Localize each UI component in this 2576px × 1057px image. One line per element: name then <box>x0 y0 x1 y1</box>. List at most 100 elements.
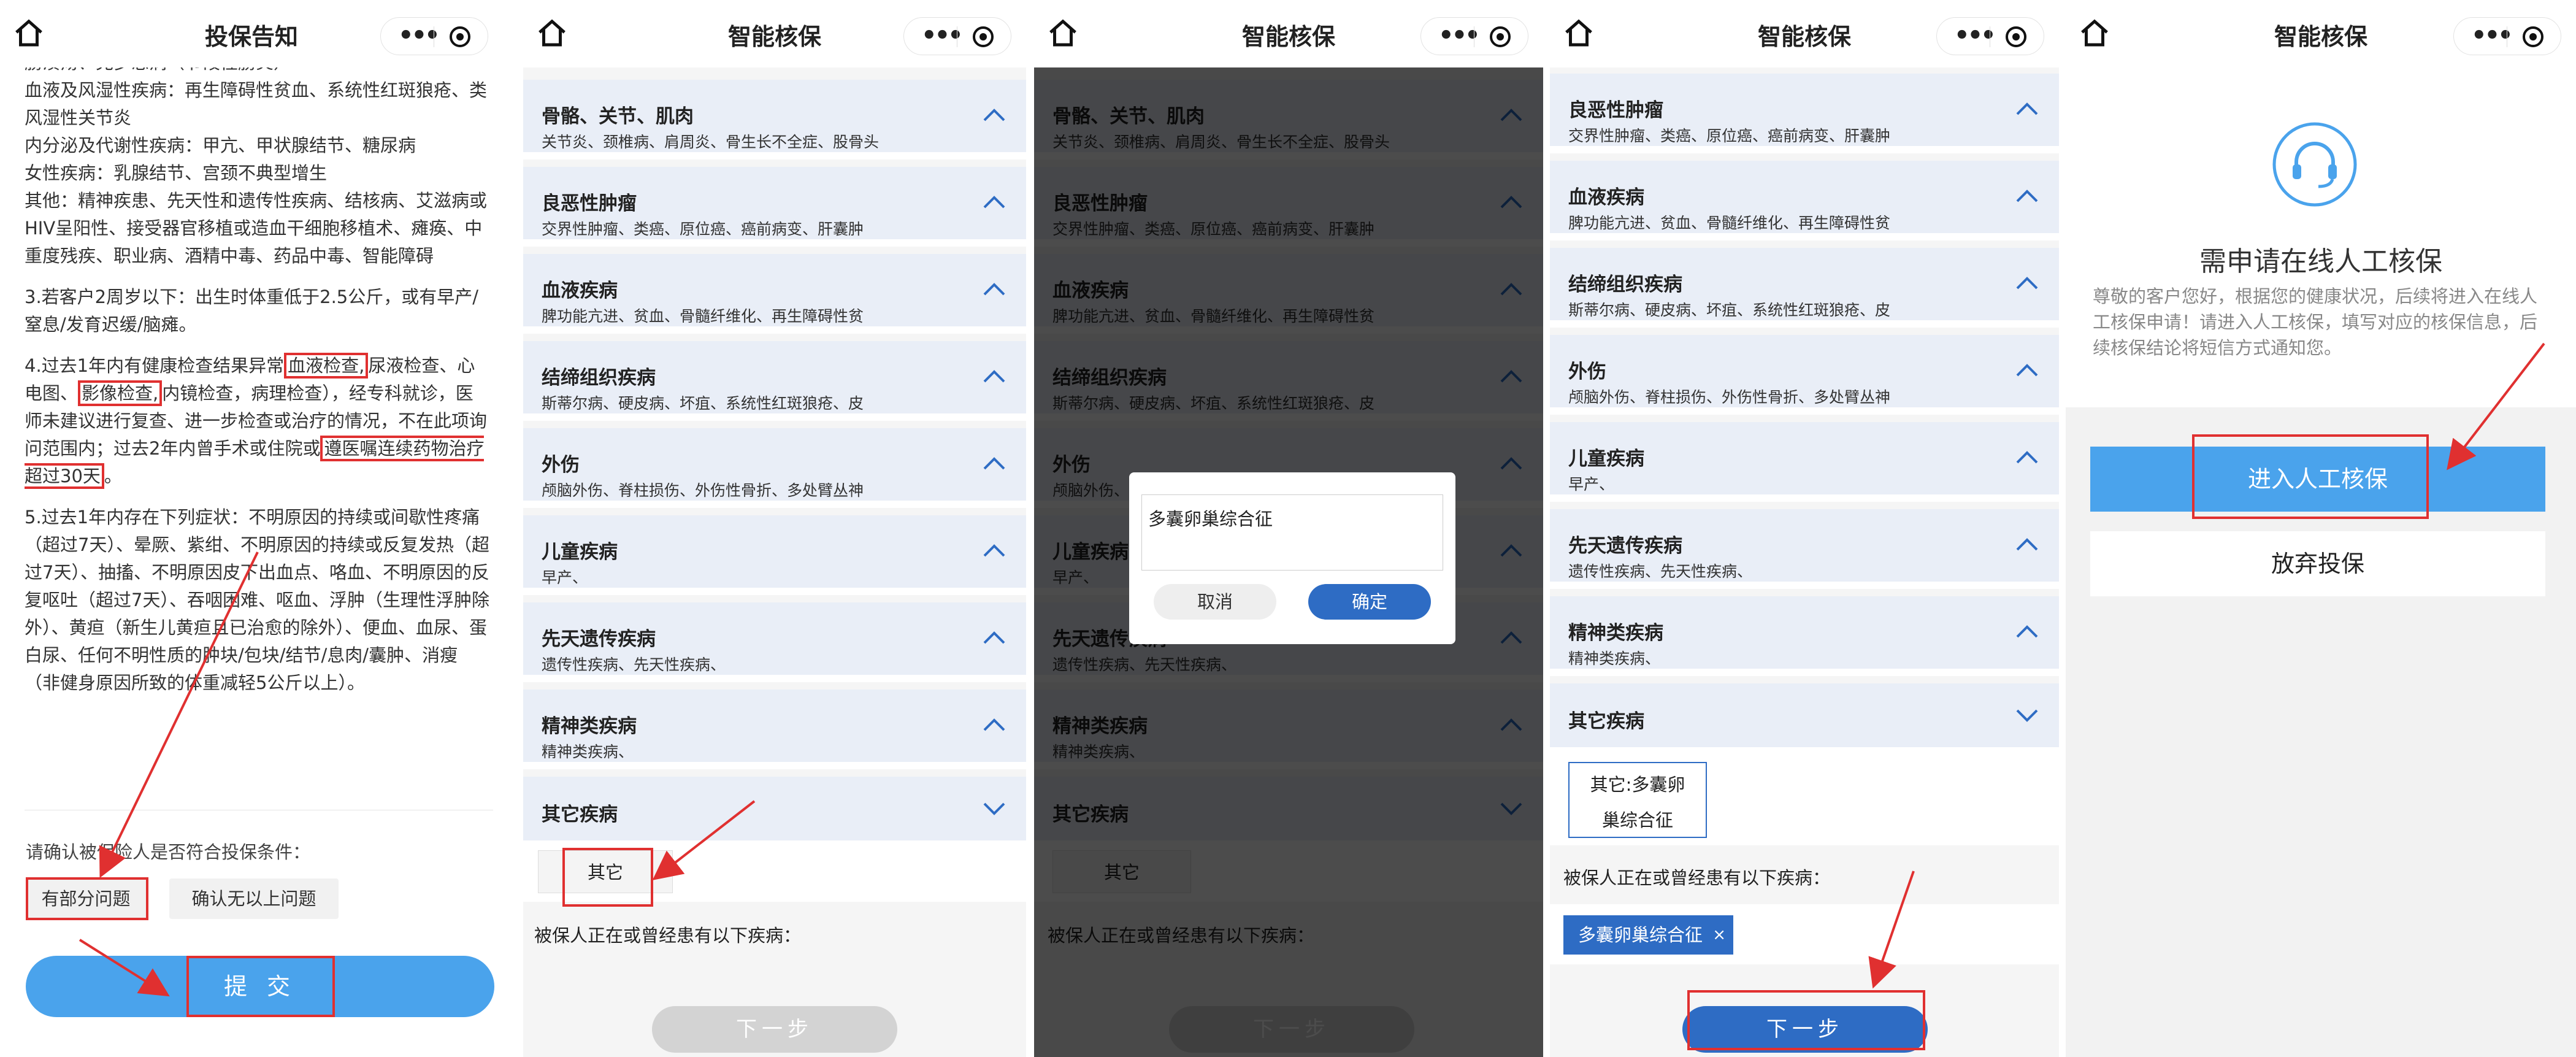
give-up-button[interactable]: 放弃投保 <box>2090 531 2545 596</box>
chevron-up-icon[interactable] <box>982 629 1006 645</box>
mini-program-capsule: ••• <box>1936 17 2044 55</box>
category-mental[interactable]: 精神类疾病精神类疾病、 <box>1550 596 2059 676</box>
category-name: 结缔组织疾病 <box>1568 274 1682 296</box>
category-name: 其它疾病 <box>1568 710 1644 732</box>
nav-bar: 智能核保 ••• <box>1550 0 2059 67</box>
panel-selected-disease: 智能核保 ••• 良恶性肿瘤 交界性肿瘤、类癌、原位癌、癌前病变、肝囊肿 血液疾病… <box>1550 0 2059 1057</box>
category-name: 血液疾病 <box>542 280 618 302</box>
category-trauma[interactable]: 外伤颅脑外伤、脊柱损伤、外伤性骨折、多处臂丛神 <box>523 428 1026 508</box>
mini-program-capsule: ••• <box>903 17 1011 55</box>
disease-input[interactable]: 多囊卵巢综合征 <box>1141 494 1443 571</box>
category-congenital[interactable]: 先天遗传疾病遗传性疾病、先天性疾病、 <box>1550 509 2059 589</box>
notice-line: 女性疾病：乳腺结节、宫颈不典型增生 <box>25 163 328 183</box>
next-button-disabled[interactable]: 下一步 <box>652 1006 897 1053</box>
category-other[interactable]: 其它疾病 <box>1550 683 2059 747</box>
panel-input-dialog: 智能核保 ••• 骨骼、关节、肌肉关节炎、颈椎病、肩周炎、骨生长不全症、股骨头 … <box>1034 0 1543 1057</box>
category-bone[interactable]: 骨骼、关节、肌肉关节炎、颈椎病、肩周炎、骨生长不全症、股骨头 <box>523 80 1026 160</box>
category-child[interactable]: 儿童疾病早产、 <box>1550 422 2059 502</box>
selected-question: 被保人正在或曾经患有以下疾病： <box>1563 867 1831 888</box>
category-sub: 精神类疾病、 <box>1568 650 1661 667</box>
notice-line: 其他：精神疾患、先天性和遗传性疾病、结核病、艾滋病或HIV呈阳性、接受器官移植或… <box>25 190 488 266</box>
category-name: 结缔组织疾病 <box>542 367 656 389</box>
notice-item-4: 4.过去1年内有健康检查结果异常 血液检查, 尿液检查、心电图、 影像检查, 内镜检查，… <box>25 352 491 490</box>
annotation-box <box>186 956 335 1017</box>
more-icon[interactable]: ••• <box>1954 18 1996 53</box>
category-name: 儿童疾病 <box>542 541 618 563</box>
close-mini-program-icon[interactable] <box>1490 26 1511 47</box>
more-icon[interactable]: ••• <box>921 18 964 53</box>
notice-item-3: 3.若客户2周岁以下：出生时体重低于2.5公斤，或有早产/窒息/发育迟缓/脑瘫。 <box>25 286 479 335</box>
text: 4.过去1年内有健康检查结果异常 <box>25 355 285 376</box>
category-name: 良恶性肿瘤 <box>542 193 637 215</box>
category-name: 其它疾病 <box>542 804 618 826</box>
chevron-up-icon[interactable] <box>982 717 1006 732</box>
input-dialog: 多囊卵巢综合征 取消 确定 <box>1129 472 1455 644</box>
chevron-up-icon[interactable] <box>2015 101 2039 117</box>
category-sub: 精神类疾病、 <box>542 743 634 761</box>
more-icon[interactable]: ••• <box>1438 18 1481 53</box>
panel-insurance-notice: 投保告知 ••• 肠溃疡、克罗恩病（节段性肠炎） 血液及风湿性疾病：再生障碍性贫… <box>0 0 503 1057</box>
category-child[interactable]: 儿童疾病早产、 <box>523 515 1026 595</box>
category-sub: 斯蒂尔病、硬皮病、坏疽、系统性红斑狼疮、皮 <box>1568 301 1891 319</box>
chevron-up-icon[interactable] <box>982 281 1006 297</box>
chevron-up-icon[interactable] <box>982 542 1006 558</box>
cancel-button[interactable]: 取消 <box>1154 584 1276 620</box>
confirm-button[interactable]: 确定 <box>1308 584 1431 620</box>
selected-list: 多囊卵巢综合征 × <box>1550 904 2059 964</box>
category-sub: 交界性肿瘤、类癌、原位癌、癌前病变、肝囊肿 <box>1568 127 1891 145</box>
chevron-up-icon[interactable] <box>2015 449 2039 465</box>
category-sub: 关节炎、颈椎病、肩周炎、骨生长不全症、股骨头 <box>542 133 880 151</box>
category-connective[interactable]: 结缔组织疾病斯蒂尔病、硬皮病、坏疽、系统性红斑狼疮、皮 <box>1550 248 2059 328</box>
close-mini-program-icon[interactable] <box>2006 26 2026 47</box>
more-icon[interactable]: ••• <box>398 18 440 53</box>
remove-chip-icon[interactable]: × <box>1712 915 1726 955</box>
chevron-up-icon[interactable] <box>2015 275 2039 291</box>
chevron-up-icon[interactable] <box>982 368 1006 384</box>
close-mini-program-icon[interactable] <box>2523 26 2543 47</box>
category-sub: 早产、 <box>1568 475 1615 493</box>
chevron-up-icon[interactable] <box>2015 536 2039 552</box>
nav-bar: 投保告知 ••• <box>0 0 503 67</box>
category-other[interactable]: 其它疾病 <box>523 777 1026 840</box>
chevron-up-icon[interactable] <box>982 107 1006 123</box>
category-name: 精神类疾病 <box>542 715 637 737</box>
chevron-up-icon[interactable] <box>2015 362 2039 378</box>
mini-program-capsule: ••• <box>1420 17 1528 55</box>
text: 。 <box>104 466 122 486</box>
category-connective[interactable]: 结缔组织疾病斯蒂尔病、硬皮病、坏疽、系统性红斑狼疮、皮 <box>523 341 1026 421</box>
nav-bar: 智能核保 ••• <box>1034 0 1543 67</box>
category-sub: 颅脑外伤、脊柱损伤、外伤性骨折、多处臂丛神 <box>542 482 864 499</box>
notice-line: 血液及风湿性疾病：再生障碍性贫血、系统性红斑狼疮、类风湿性关节炎 <box>25 80 488 128</box>
category-name: 儿童疾病 <box>1568 448 1644 470</box>
category-blood[interactable]: 血液疾病脾功能亢进、贫血、骨髓纤维化、再生障碍性贫 <box>1550 161 2059 240</box>
selected-disease-chip: 多囊卵巢综合征 × <box>1563 915 1734 955</box>
category-benign[interactable]: 良恶性肿瘤交界性肿瘤、类癌、原位癌、癌前病变、肝囊肿 <box>523 167 1026 247</box>
close-mini-program-icon[interactable] <box>973 26 994 47</box>
category-benign[interactable]: 良恶性肿瘤交界性肿瘤、类癌、原位癌、癌前病变、肝囊肿 <box>1550 74 2059 153</box>
mini-program-capsule: ••• <box>2453 17 2561 55</box>
other-tag-filled[interactable]: 其它:多囊卵巢综合征 <box>1568 762 1707 838</box>
category-congenital[interactable]: 先天遗传疾病遗传性疾病、先天性疾病、 <box>523 602 1026 682</box>
category-blood[interactable]: 血液疾病脾功能亢进、贫血、骨髓纤维化、再生障碍性贫 <box>523 254 1026 334</box>
category-trauma[interactable]: 外伤颅脑外伤、脊柱损伤、外伤性骨折、多处臂丛神 <box>1550 335 2059 415</box>
category-mental[interactable]: 精神类疾病精神类疾病、 <box>523 690 1026 769</box>
chevron-down-icon[interactable] <box>982 801 1006 817</box>
chevron-down-icon[interactable] <box>2015 708 2039 724</box>
panel-manual-review: 智能核保 ••• 需申请在线人工核保 尊敬的客户您好，根据您的健康状况，后续将进… <box>2066 0 2576 1057</box>
chevron-up-icon[interactable] <box>982 455 1006 471</box>
category-name: 外伤 <box>1568 361 1606 383</box>
highlight-imaging: 影像检查, <box>78 380 163 406</box>
option-no-issue[interactable]: 确认无以上问题 <box>169 878 339 919</box>
category-name: 先天遗传疾病 <box>542 628 656 650</box>
annotation-box <box>1687 990 1925 1050</box>
annotation-box <box>2192 434 2429 519</box>
chevron-up-icon[interactable] <box>2015 623 2039 639</box>
notice-text: 肠溃疡、克罗恩病（节段性肠炎） 血液及风湿性疾病：再生障碍性贫血、系统性红斑狼疮… <box>25 49 491 710</box>
more-icon[interactable]: ••• <box>2471 18 2513 53</box>
chevron-up-icon[interactable] <box>982 194 1006 210</box>
category-name: 精神类疾病 <box>1568 622 1663 644</box>
category-name: 骨骼、关节、肌肉 <box>542 106 694 128</box>
close-mini-program-icon[interactable] <box>450 26 470 47</box>
category-sub: 遗传性疾病、先天性疾病、 <box>1568 563 1753 580</box>
chevron-up-icon[interactable] <box>2015 188 2039 204</box>
